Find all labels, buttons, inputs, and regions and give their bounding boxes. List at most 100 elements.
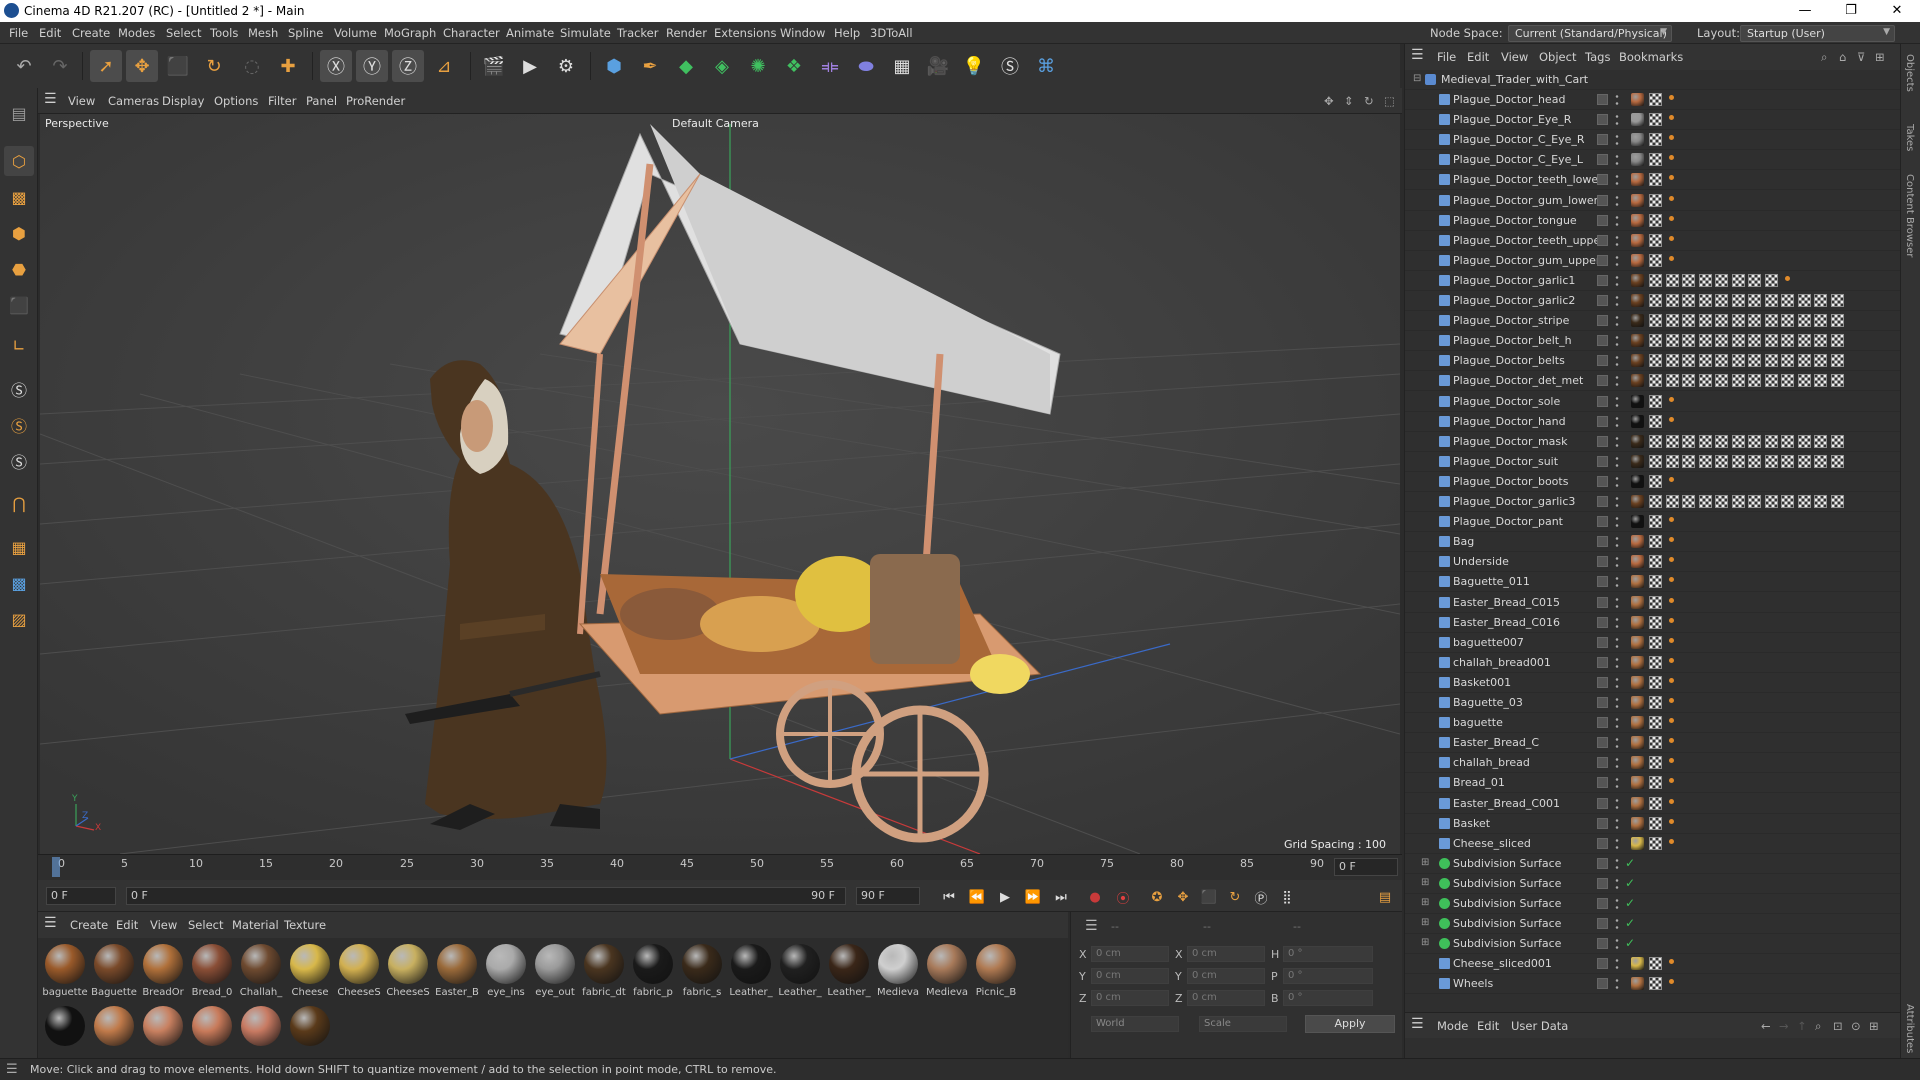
object-menu-file[interactable]: File	[1437, 50, 1456, 64]
uv-tag[interactable]	[1682, 334, 1695, 348]
layer-checkbox[interactable]	[1597, 576, 1608, 588]
points-mode-icon[interactable]: ⬢	[4, 218, 34, 248]
material-swatch[interactable]: CheeseS	[385, 944, 431, 998]
position-key-icon[interactable]: ✥	[1172, 886, 1194, 908]
attr-menu-edit[interactable]: Edit	[1477, 1019, 1499, 1033]
material-tag[interactable]	[1631, 113, 1644, 127]
uv-tag[interactable]	[1698, 354, 1712, 368]
layer-checkbox[interactable]	[1597, 475, 1608, 487]
uv-tag[interactable]	[1764, 314, 1778, 328]
object-menu-bookmarks[interactable]: Bookmarks	[1619, 50, 1683, 64]
uv-tag[interactable]	[1682, 454, 1695, 468]
material-swatch[interactable]: fabric_p	[630, 944, 676, 998]
layer-checkbox[interactable]	[1597, 978, 1608, 990]
material-tag[interactable]	[1631, 515, 1644, 529]
uv-tag[interactable]	[1649, 213, 1662, 227]
uv-tag[interactable]	[1665, 454, 1679, 468]
pos-x-field[interactable]: 0 cm	[1091, 946, 1169, 962]
uv-tag[interactable]	[1649, 595, 1662, 609]
viewport-menu-filter[interactable]: Filter	[268, 94, 296, 108]
object-row[interactable]: baguette007	[1405, 633, 1900, 653]
layer-checkbox[interactable]	[1597, 234, 1608, 246]
uv-tag[interactable]	[1764, 354, 1778, 368]
uv-tag[interactable]	[1715, 294, 1728, 307]
menu-help[interactable]: Help	[834, 26, 860, 40]
viewport-menu-options[interactable]: Options	[214, 94, 258, 108]
material-tag[interactable]	[1631, 454, 1644, 468]
phong-tag[interactable]	[1669, 115, 1674, 121]
material-swatch[interactable]: Bread_0	[189, 944, 235, 998]
search-icon[interactable]: ⌕	[1821, 50, 1827, 65]
menu-edit[interactable]: Edit	[39, 26, 61, 40]
visibility-dots[interactable]	[1615, 756, 1619, 771]
coordinate-system-icon[interactable]: ⊿	[428, 50, 460, 82]
uv-tag[interactable]	[1682, 354, 1695, 368]
render-settings-icon[interactable]: ⚙	[550, 50, 582, 82]
object-row[interactable]: Easter_Bread_C016	[1405, 613, 1900, 633]
uv-tag[interactable]	[1698, 334, 1712, 348]
attr-menu-user-data[interactable]: User Data	[1511, 1019, 1568, 1033]
material-swatch[interactable]	[140, 1006, 186, 1049]
visibility-dots[interactable]	[1615, 334, 1619, 349]
object-row[interactable]: Plague_Doctor_boots	[1405, 472, 1900, 492]
rot-h-field[interactable]: 0 °	[1283, 946, 1373, 962]
hamburger-icon[interactable]: ☰	[44, 91, 57, 107]
visibility-dots[interactable]	[1615, 957, 1619, 972]
uv-tag[interactable]	[1830, 334, 1844, 348]
visibility-dots[interactable]	[1615, 615, 1619, 630]
phong-tag[interactable]	[1669, 657, 1674, 663]
layer-checkbox[interactable]	[1597, 415, 1608, 427]
visibility-dots[interactable]	[1615, 575, 1619, 590]
y-axis-lock-icon[interactable]: Ⓨ	[356, 50, 388, 82]
phong-tag[interactable]	[1669, 758, 1674, 764]
uv-tag[interactable]	[1781, 334, 1794, 348]
expand-icon[interactable]: ⊞	[1421, 937, 1429, 948]
layer-checkbox[interactable]	[1597, 154, 1608, 166]
visibility-dots[interactable]	[1615, 535, 1619, 550]
layer-checkbox[interactable]	[1597, 857, 1608, 869]
expand-icon[interactable]: ⊞	[1421, 917, 1429, 928]
uv-tag[interactable]	[1797, 454, 1811, 468]
uv-tag[interactable]	[1830, 314, 1844, 328]
uv-tag[interactable]	[1715, 374, 1728, 388]
uv-tag[interactable]	[1814, 374, 1827, 388]
material-tag[interactable]	[1631, 635, 1644, 649]
uv-tag[interactable]	[1649, 354, 1662, 368]
menu-simulate[interactable]: Simulate	[560, 26, 611, 40]
visibility-dots[interactable]	[1615, 133, 1619, 148]
uv-tag[interactable]	[1731, 294, 1745, 307]
visibility-dots[interactable]	[1615, 977, 1619, 992]
object-row[interactable]: Plague_Doctor_gum_lower	[1405, 191, 1900, 211]
size-mode-select[interactable]: Scale	[1199, 1016, 1287, 1032]
uv-tag[interactable]	[1797, 354, 1811, 368]
layer-checkbox[interactable]	[1597, 174, 1608, 186]
home-icon[interactable]: ⌂	[1839, 50, 1846, 64]
rotation-key-icon[interactable]: ↻	[1224, 886, 1246, 908]
attr-menu-mode[interactable]: Mode	[1437, 1019, 1468, 1033]
object-row[interactable]: Plague_Doctor_garlic2	[1405, 291, 1900, 311]
new-window-icon[interactable]: ⊞	[1875, 50, 1885, 64]
light-icon[interactable]: 💡	[958, 50, 990, 82]
uv-tag[interactable]	[1748, 434, 1761, 448]
phong-tag[interactable]	[1669, 235, 1674, 241]
scale-icon[interactable]: ⬛	[162, 50, 194, 82]
material-swatch[interactable]: Picnic_B	[973, 944, 1019, 998]
collapse-icon[interactable]: ⊟	[1413, 73, 1421, 84]
phong-tag[interactable]	[1669, 798, 1674, 804]
object-row[interactable]: challah_bread001	[1405, 653, 1900, 673]
layer-checkbox[interactable]	[1597, 697, 1608, 708]
phong-tag[interactable]	[1669, 838, 1674, 844]
visibility-dots[interactable]	[1615, 836, 1619, 851]
material-tag[interactable]	[1631, 394, 1644, 408]
visibility-dots[interactable]	[1615, 434, 1619, 449]
layer-checkbox[interactable]	[1597, 797, 1608, 809]
visibility-dots[interactable]	[1615, 314, 1619, 329]
object-row-root[interactable]: ⊟ Medieval_Trader_with_Cart	[1405, 70, 1900, 90]
timeline-window-icon[interactable]: ▤	[1374, 886, 1396, 908]
material-menu-view[interactable]: View	[150, 918, 177, 932]
axis-mode-icon[interactable]: ∟	[4, 330, 34, 360]
uv-tag[interactable]	[1682, 374, 1695, 388]
material-tag[interactable]	[1631, 434, 1644, 448]
layer-checkbox[interactable]	[1597, 596, 1608, 608]
hamburger-icon[interactable]: ☰	[1085, 918, 1098, 934]
